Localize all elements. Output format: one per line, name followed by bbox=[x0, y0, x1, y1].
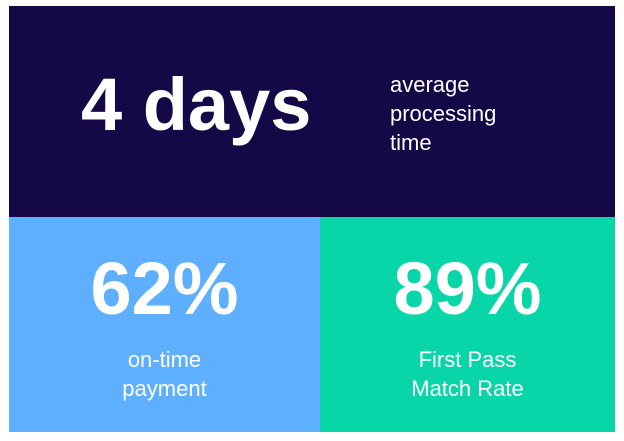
first-pass-match-label: First Pass Match Rate bbox=[320, 345, 615, 403]
on-time-payment-label: on-time payment bbox=[9, 345, 320, 403]
on-time-payment-label-line-1: on-time bbox=[127, 347, 202, 372]
first-pass-match-card: 89% First Pass Match Rate bbox=[320, 217, 615, 432]
processing-time-label-line-1: average bbox=[390, 72, 470, 97]
stats-infographic: 4 days average processing time 62% on-ti… bbox=[0, 0, 624, 441]
processing-time-value: 4 days bbox=[81, 63, 312, 146]
processing-time-label-line-2: processing bbox=[390, 101, 497, 126]
first-pass-match-value: 89% bbox=[393, 247, 542, 330]
processing-time-label-line-3: time bbox=[390, 130, 432, 155]
on-time-payment-value: 62% bbox=[90, 247, 239, 330]
processing-time-label: average processing time bbox=[390, 70, 540, 157]
processing-time-card: 4 days average processing time bbox=[9, 6, 615, 217]
on-time-payment-label-line-2: payment bbox=[122, 376, 207, 401]
first-pass-match-label-line-2: Match Rate bbox=[411, 376, 524, 401]
first-pass-match-label-line-1: First Pass bbox=[418, 347, 517, 372]
on-time-payment-card: 62% on-time payment bbox=[9, 217, 320, 432]
